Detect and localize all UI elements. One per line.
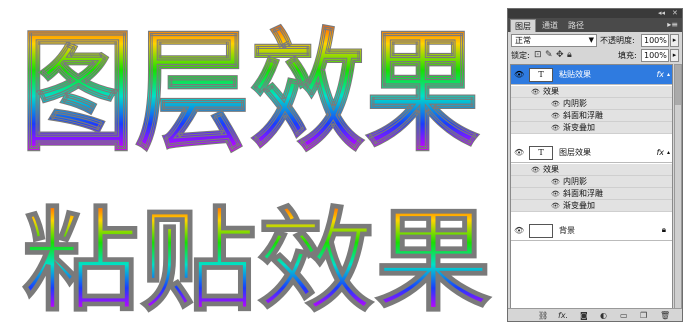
layers-list: 👁︎ T 粘贴效果 fx ▴ 👁︎ 效果 👁︎ 内阴影 👁︎ 斜面和浮雕 👁︎ …	[510, 64, 673, 309]
blend-mode-select[interactable]: 正常 ▼	[511, 34, 597, 47]
panel-tabbar: 图层 通道 路径 ▸≡	[508, 18, 682, 32]
eye-icon[interactable]: 👁︎	[551, 110, 560, 122]
layers-scrollbar[interactable]	[674, 64, 682, 309]
opacity-slider-toggle[interactable]: ▸	[670, 34, 679, 47]
lock-all-icon[interactable]: 🔒︎	[567, 49, 572, 62]
panel-bottom-bar: ⛓︎ fx. ◙ ◐ ▭ ❐ 🗑︎	[508, 308, 682, 321]
blend-row: 正常 ▼ 不透明度: 100% ▸	[508, 34, 682, 47]
tab-channels[interactable]: 通道	[538, 19, 562, 32]
effect-label: 渐变叠加	[563, 201, 595, 210]
fill-value: 100%	[644, 51, 667, 60]
eye-icon[interactable]: 👁︎	[531, 86, 540, 98]
eye-icon[interactable]: 👁︎	[551, 188, 560, 200]
blend-mode-value: 正常	[515, 36, 531, 45]
folder-icon[interactable]: ▭	[620, 310, 628, 321]
chevron-down-icon: ▼	[588, 36, 594, 44]
effect-label: 内阴影	[563, 99, 587, 108]
lock-row: 锁定: ⊡ ✎ ✥ 🔒︎ 填充: 100% ▸	[508, 49, 682, 62]
eye-icon[interactable]: 👁︎	[551, 98, 560, 110]
fill-label: 填充:	[618, 51, 637, 60]
adjustment-icon[interactable]: ◐	[600, 310, 607, 321]
effect-bevel-emboss[interactable]: 👁︎ 斜面和浮雕	[511, 188, 672, 200]
effect-label: 内阴影	[563, 177, 587, 186]
effect-label: 渐变叠加	[563, 123, 595, 132]
effects-group[interactable]: 👁︎ 效果	[511, 164, 672, 176]
effects-label: 效果	[543, 87, 559, 96]
mask-icon[interactable]: ◙	[580, 310, 588, 321]
opacity-label: 不透明度:	[600, 36, 635, 45]
lock-image-icon[interactable]: ✎	[545, 49, 553, 62]
lock-icon: 🔒︎	[661, 225, 666, 234]
effect-inner-shadow[interactable]: 👁︎ 内阴影	[511, 176, 672, 188]
scrollbar-thumb[interactable]	[675, 65, 681, 105]
canvas-artwork: 图层效果 粘贴效果	[0, 0, 500, 329]
fx-icon[interactable]: fx.	[558, 310, 568, 321]
layer-row-paste-effects[interactable]: 👁︎ T 粘贴效果 fx ▴	[511, 65, 672, 85]
fx-icon[interactable]: fx	[656, 143, 664, 163]
effect-gradient-overlay[interactable]: 👁︎ 渐变叠加	[511, 122, 672, 134]
fx-icon[interactable]: fx	[656, 65, 664, 85]
expand-triangle-icon[interactable]: ▴	[667, 65, 670, 85]
fill-slider-toggle[interactable]: ▸	[670, 49, 679, 62]
effect-gradient-overlay[interactable]: 👁︎ 渐变叠加	[511, 200, 672, 212]
lock-transparent-icon[interactable]: ⊡	[534, 49, 542, 62]
eye-icon[interactable]: 👁︎	[514, 226, 524, 235]
effects-group[interactable]: 👁︎ 效果	[511, 86, 672, 98]
expand-triangle-icon[interactable]: ▴	[667, 143, 670, 163]
lock-label: 锁定:	[511, 51, 530, 60]
eye-icon[interactable]: 👁︎	[551, 176, 560, 188]
eye-icon[interactable]: 👁︎	[514, 70, 524, 79]
opacity-input[interactable]: 100%	[641, 34, 669, 47]
eye-icon[interactable]: 👁︎	[551, 200, 560, 212]
tab-paths[interactable]: 路径	[564, 19, 588, 32]
artwork-svg: 图层效果 粘贴效果	[19, 15, 492, 327]
effect-bevel-emboss[interactable]: 👁︎ 斜面和浮雕	[511, 110, 672, 122]
trash-icon[interactable]: 🗑︎	[660, 310, 670, 321]
link-icon[interactable]: ⛓︎	[538, 310, 548, 321]
opacity-value: 100%	[644, 36, 667, 45]
fill-input[interactable]: 100%	[641, 49, 669, 62]
eye-icon[interactable]: 👁︎	[551, 122, 560, 134]
panel-titlebar[interactable]: ◂◂ ✕	[508, 9, 682, 18]
eye-icon[interactable]: 👁︎	[514, 148, 524, 157]
effect-inner-shadow[interactable]: 👁︎ 内阴影	[511, 98, 672, 110]
close-icon[interactable]: ✕	[672, 9, 678, 18]
layer-name[interactable]: 图层效果	[559, 143, 591, 163]
layers-panel: ◂◂ ✕ 图层 通道 路径 ▸≡ 正常 ▼ 不透明度: 100% ▸ 锁定: ⊡…	[507, 8, 683, 322]
effect-label: 斜面和浮雕	[563, 111, 603, 120]
new-layer-icon[interactable]: ❐	[640, 310, 647, 321]
layer-row-layer-effects[interactable]: 👁︎ T 图层效果 fx ▴	[511, 143, 672, 163]
panel-menu-icon[interactable]: ▸≡	[667, 20, 678, 29]
layer-thumbnail: T	[529, 146, 553, 160]
tab-layers[interactable]: 图层	[510, 19, 536, 32]
layer-name[interactable]: 粘贴效果	[559, 65, 591, 85]
layer-thumbnail: T	[529, 68, 553, 82]
lock-position-icon[interactable]: ✥	[556, 49, 564, 62]
eye-icon[interactable]: 👁︎	[531, 164, 540, 176]
artwork-title-layer-effects: 图层效果	[20, 16, 480, 170]
layer-thumbnail	[529, 224, 553, 238]
effects-label: 效果	[543, 165, 559, 174]
artwork-title-paste-effects: 粘贴效果	[22, 197, 492, 327]
effect-label: 斜面和浮雕	[563, 189, 603, 198]
layer-row-background[interactable]: 👁︎ 背景 🔒︎	[511, 221, 672, 241]
layer-name[interactable]: 背景	[559, 221, 575, 241]
collapse-icon[interactable]: ◂◂	[658, 9, 665, 18]
